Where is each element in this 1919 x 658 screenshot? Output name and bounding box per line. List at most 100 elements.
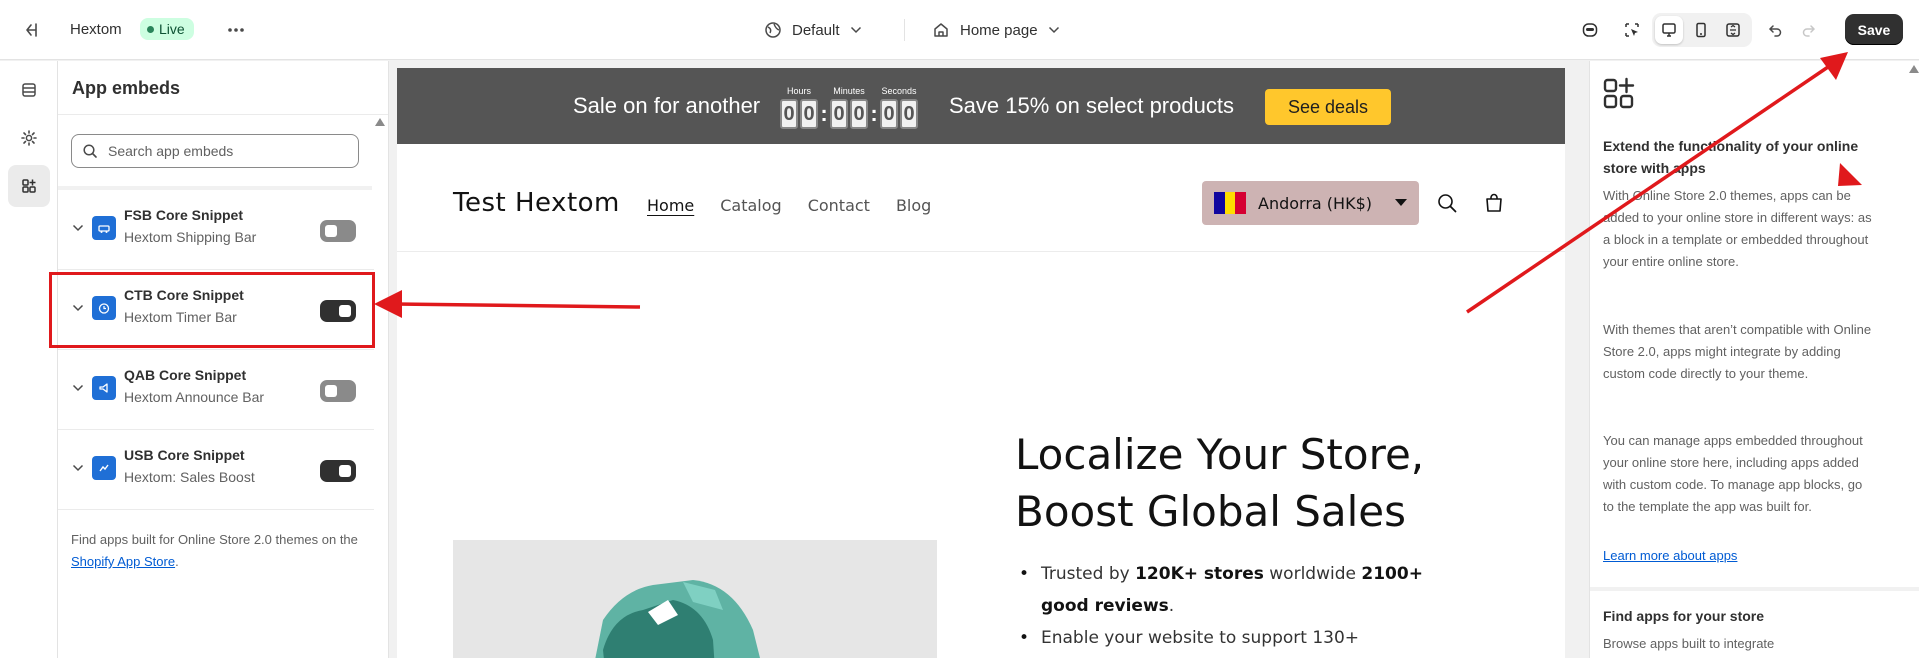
top-bar: Hextom Live Default Home page Save	[0, 0, 1919, 60]
store-header: Test Hextom Home Catalog Contact Blog An…	[397, 144, 1565, 252]
andorra-flag-icon	[1214, 192, 1247, 214]
page-label: Home page	[960, 21, 1038, 39]
hero-image	[453, 540, 937, 658]
mobile-view-icon[interactable]	[1687, 16, 1715, 44]
learn-more-link[interactable]: Learn more about apps	[1603, 548, 1737, 563]
app-logo-icon	[92, 216, 116, 240]
embed-toggle[interactable]	[320, 220, 356, 242]
chevron-down-icon[interactable]	[70, 300, 86, 316]
timer-digit: 0	[850, 99, 868, 129]
hero-bullets: Trusted by 120K+ stores worldwide 2100+ …	[1015, 558, 1435, 654]
embed-name: CTB Core Snippet	[124, 287, 244, 303]
timer-label: Hours	[786, 86, 811, 96]
redo-icon[interactable]	[1795, 16, 1823, 44]
divider	[904, 19, 905, 41]
scroll-up-arrow-icon[interactable]	[375, 118, 385, 126]
cart-icon[interactable]	[1481, 190, 1507, 216]
inspector-icon[interactable]	[1618, 16, 1646, 44]
search-icon	[83, 144, 97, 158]
exit-icon[interactable]	[18, 16, 46, 44]
apps-icon	[1603, 77, 1635, 109]
embed-toggle[interactable]	[320, 380, 356, 402]
info-paragraph: Browse apps built to integrate	[1603, 636, 1775, 651]
embed-name: FSB Core Snippet	[124, 207, 244, 223]
save-button[interactable]: Save	[1845, 14, 1903, 45]
countdown-promo-bar: Sale on for another Hours 0 0 : Minutes …	[397, 68, 1565, 144]
embed-item-fsb[interactable]: FSB Core Snippet Hextom Shipping Bar	[58, 190, 374, 270]
timer-seconds: Seconds 0 0	[880, 86, 918, 129]
left-rail	[0, 61, 58, 658]
nav-link-contact[interactable]: Contact	[808, 196, 870, 215]
hero-title: Localize Your Store, Boost Global Sales	[1015, 426, 1515, 540]
sidekick-icon[interactable]	[1576, 16, 1604, 44]
timer-colon: :	[820, 101, 828, 126]
app-embeds-panel: App embeds Search app embeds FSB Core Sn…	[58, 61, 389, 658]
promo-tail-text: Save 15% on select products	[949, 93, 1234, 118]
theme-label: Default	[792, 21, 840, 39]
promo-lead-text: Sale on for another	[573, 93, 761, 118]
panel-title: App embeds	[72, 78, 181, 98]
app-logo-icon	[92, 296, 116, 320]
embed-item-usb[interactable]: USB Core Snippet Hextom: Sales Boost	[58, 430, 374, 510]
embed-item-ctb[interactable]: CTB Core Snippet Hextom Timer Bar	[58, 270, 374, 350]
footer-text: Find apps built for Online Store 2.0 the…	[71, 532, 358, 547]
app-logo-icon	[92, 456, 116, 480]
app-embeds-icon[interactable]	[8, 165, 50, 207]
sections-icon[interactable]	[8, 69, 50, 111]
search-icon[interactable]	[1434, 190, 1460, 216]
panel-footer: Find apps built for Online Store 2.0 the…	[71, 529, 367, 573]
page-selector[interactable]: Home page	[932, 15, 1060, 45]
see-deals-button[interactable]: See deals	[1265, 89, 1391, 125]
footer-period: .	[175, 554, 179, 569]
theme-selector[interactable]: Default	[764, 15, 862, 45]
search-input[interactable]: Search app embeds	[71, 134, 359, 168]
embed-toggle[interactable]	[320, 300, 356, 322]
app-logo-icon	[92, 376, 116, 400]
nav-link-blog[interactable]: Blog	[896, 196, 931, 215]
info-title: Extend the functionality of your online …	[1603, 138, 1859, 176]
theme-settings-icon[interactable]	[8, 117, 50, 159]
divider	[58, 114, 388, 115]
embed-item-qab[interactable]: QAB Core Snippet Hextom Announce Bar	[58, 350, 374, 430]
nav-link-home[interactable]: Home	[647, 196, 694, 215]
divider	[58, 509, 374, 510]
list-item: Enable your website to support 130+	[1015, 622, 1435, 654]
shopify-app-store-link[interactable]: Shopify App Store	[71, 554, 175, 569]
country-label: Andorra (HK$)	[1258, 193, 1372, 213]
embed-app: Hextom Announce Bar	[124, 389, 265, 405]
chevron-down-icon[interactable]	[70, 220, 86, 236]
scroll-up-arrow-icon[interactable]	[1909, 65, 1919, 73]
timer-digit: 0	[800, 99, 818, 129]
divider	[1590, 587, 1919, 591]
globe-icon	[765, 22, 781, 38]
timer-digit: 0	[780, 99, 798, 129]
embed-name: USB Core Snippet	[124, 447, 245, 463]
store-preview: Sale on for another Hours 0 0 : Minutes …	[397, 68, 1565, 658]
nav-link-catalog[interactable]: Catalog	[720, 196, 781, 215]
live-dot-icon	[147, 25, 154, 33]
store-logo-text[interactable]: Test Hextom	[453, 188, 620, 218]
caret-down-icon	[1395, 199, 1407, 206]
find-apps-heading: Find apps for your store	[1603, 608, 1765, 624]
desktop-view-icon[interactable]	[1655, 16, 1683, 44]
store-name: Hextom	[70, 21, 122, 38]
more-actions-icon[interactable]	[222, 16, 250, 44]
chevron-down-icon	[850, 26, 861, 34]
chevron-down-icon[interactable]	[70, 460, 86, 476]
info-panel: Extend the functionality of your online …	[1589, 61, 1919, 658]
search-placeholder: Search app embeds	[108, 143, 234, 159]
fullscreen-view-icon[interactable]	[1719, 16, 1747, 44]
info-paragraph: With Online Store 2.0 themes, apps can b…	[1603, 188, 1872, 269]
embed-app: Hextom: Sales Boost	[124, 469, 255, 485]
timer-digit: 0	[830, 99, 848, 129]
undo-icon[interactable]	[1761, 16, 1789, 44]
store-nav: Home Catalog Contact Blog	[647, 196, 931, 215]
chevron-down-icon[interactable]	[70, 380, 86, 396]
live-label: Live	[159, 21, 185, 37]
country-selector[interactable]: Andorra (HK$)	[1202, 181, 1419, 225]
timer-minutes: Minutes 0 0	[830, 86, 868, 129]
embed-name: QAB Core Snippet	[124, 367, 247, 383]
timer-digit: 0	[880, 99, 898, 129]
embed-toggle[interactable]	[320, 460, 356, 482]
hero-title-line-1: Localize Your Store,	[1015, 430, 1425, 479]
